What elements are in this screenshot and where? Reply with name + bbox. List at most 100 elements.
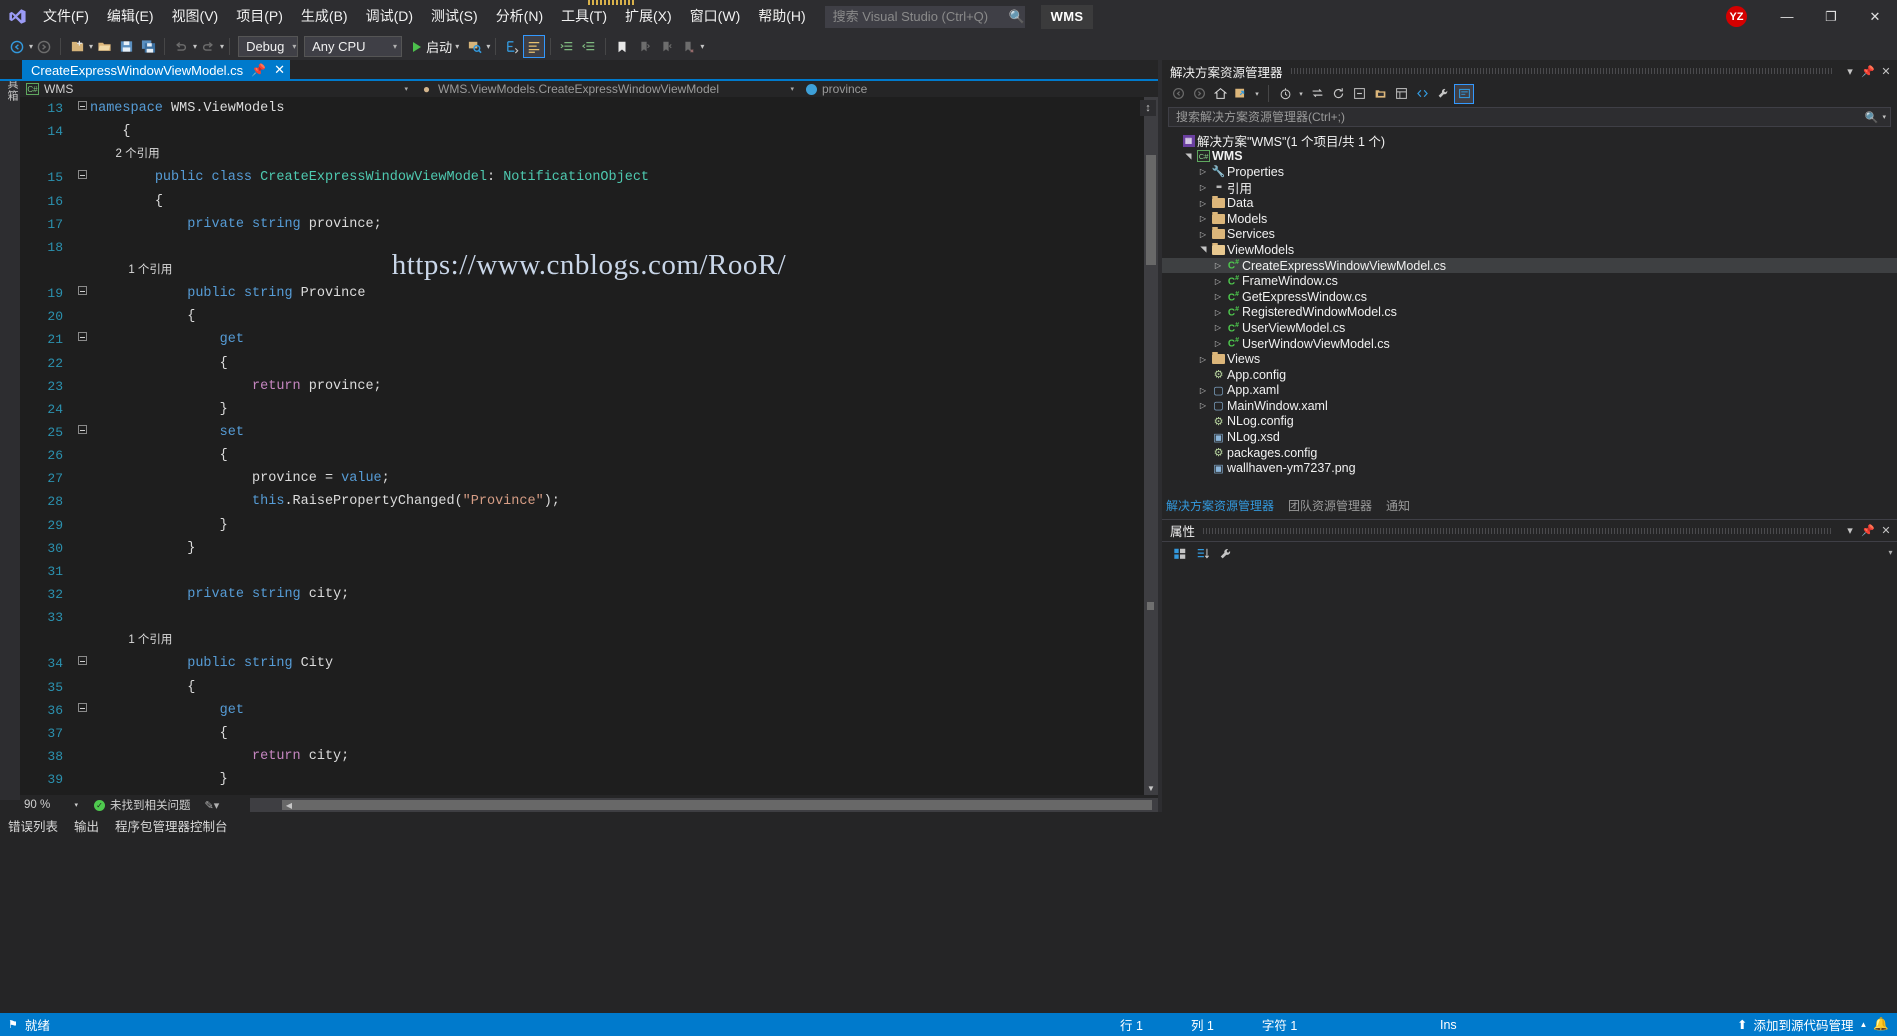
code-line[interactable]: 34 public string City [20, 652, 1158, 675]
zoom-level-combo[interactable]: 90 % ▾ [20, 798, 82, 813]
new-project-icon[interactable] [66, 35, 88, 58]
navbar-type-combo[interactable]: ● WMS.ViewModels.CreateExpressWindowView… [414, 81, 800, 97]
menu-item-debug[interactable]: 调试(D) [357, 0, 422, 33]
start-caret-icon[interactable]: ▾ [453, 42, 459, 51]
code-lens-label[interactable]: 1 个引用 [90, 629, 1158, 652]
tree-item[interactable]: ▷ Services [1162, 227, 1897, 243]
chevron-right-icon[interactable]: ▷ [1196, 183, 1210, 192]
code-line[interactable]: 32 private string city; [20, 583, 1158, 606]
previous-bookmark-icon[interactable] [633, 35, 655, 58]
chevron-right-icon[interactable]: ▷ [1211, 323, 1225, 332]
tree-item[interactable]: ▷ C# FrameWindow.cs [1162, 273, 1897, 289]
toggle-word-wrap-icon[interactable] [523, 35, 546, 58]
tree-item-selected[interactable]: ▷ C# CreateExpressWindowViewModel.cs [1162, 257, 1897, 274]
menu-item-test[interactable]: 测试(S) [422, 0, 487, 33]
toggle-bookmark-icon[interactable] [611, 35, 633, 58]
chevron-right-icon[interactable]: ▷ [1196, 230, 1210, 239]
editor-tab-active[interactable]: CreateExpressWindowViewModel.cs 📌 ✕ [22, 60, 291, 80]
code-line[interactable]: 37 { [20, 722, 1158, 745]
code-line[interactable]: 24 } [20, 398, 1158, 421]
chevron-right-icon[interactable]: ▷ [1196, 355, 1210, 364]
code-line[interactable]: 38 return city; [20, 745, 1158, 768]
code-line[interactable]: 21 get [20, 328, 1158, 351]
close-icon[interactable]: ✕ [1877, 522, 1895, 540]
close-icon[interactable]: ✕ [274, 62, 285, 78]
tree-item[interactable]: ◢ C# WMS [1162, 149, 1897, 165]
close-icon[interactable]: ✕ [1877, 62, 1895, 80]
code-line[interactable]: 30 } [20, 537, 1158, 560]
code-line[interactable]: 36 get [20, 699, 1158, 722]
tree-item[interactable]: ▦ 解决方案"WMS"(1 个项目/共 1 个) [1162, 133, 1897, 149]
code-line[interactable]: 13 namespace WMS.ViewModels [20, 97, 1158, 120]
chevron-right-icon[interactable]: ▷ [1196, 199, 1210, 208]
search-input[interactable] [832, 9, 1009, 24]
code-line[interactable]: 31 [20, 560, 1158, 583]
tab-package-manager-console[interactable]: 程序包管理器控制台 [115, 816, 228, 835]
code-line[interactable]: 17 private string province; [20, 213, 1158, 236]
menu-item-analyze[interactable]: 分析(N) [487, 0, 552, 33]
global-search[interactable]: 🔍 [824, 5, 1025, 28]
code-lens[interactable]: 1 个引用 [20, 629, 1158, 652]
code-line[interactable]: 40 set [20, 791, 1158, 795]
show-hide-whitespace-icon[interactable] [501, 35, 523, 58]
chevron-right-icon[interactable]: ▷ [1196, 401, 1210, 410]
solution-explorer-search[interactable]: 🔍 ▾ [1168, 107, 1891, 127]
switch-views-icon[interactable] [1231, 84, 1251, 104]
tree-item[interactable]: ⚙ App.config [1162, 367, 1897, 383]
menu-item-build[interactable]: 生成(B) [292, 0, 357, 33]
chevron-right-icon[interactable]: ▷ [1196, 214, 1210, 223]
code-line[interactable]: 22 { [20, 352, 1158, 375]
tree-item[interactable]: ◢ ViewModels [1162, 242, 1897, 258]
preview-selected-items-icon[interactable] [1454, 83, 1474, 104]
chevron-right-icon[interactable]: ▷ [1211, 277, 1225, 286]
redo-caret-icon[interactable]: ▾ [220, 42, 224, 51]
menu-item-edit[interactable]: 编辑(E) [98, 0, 163, 33]
chevron-up-icon[interactable]: ▲ [1860, 1020, 1868, 1029]
tree-item[interactable]: ▷ ▢ App.xaml [1162, 383, 1897, 399]
undo-icon[interactable] [170, 35, 192, 58]
horizontal-scroll-thumb[interactable] [282, 800, 1152, 810]
solution-explorer-footer-tabs[interactable]: 解决方案资源管理器 团队资源管理器 通知 [1162, 496, 1897, 515]
tree-item[interactable]: ▷ C# RegisteredWindowModel.cs [1162, 305, 1897, 321]
close-button[interactable]: ✕ [1853, 0, 1897, 33]
attach-caret-icon[interactable]: ▾ [486, 42, 490, 51]
toolbar-overflow-caret-icon[interactable]: ▾ [700, 42, 704, 51]
collapse-toggle-icon[interactable] [74, 282, 90, 305]
collapse-toggle-icon[interactable] [74, 699, 90, 722]
sync-with-active-document-icon[interactable] [1307, 84, 1327, 104]
main-menu[interactable]: 文件(F) 编辑(E) 视图(V) 项目(P) 生成(B) 调试(D) 测试(S… [34, 0, 815, 33]
tree-item[interactable]: ▷ Data [1162, 195, 1897, 211]
code-text[interactable]: 13 namespace WMS.ViewModels 14 { 2 个引用 15 p… [20, 97, 1158, 795]
collapse-all-icon[interactable] [1349, 84, 1369, 104]
view-code-icon[interactable] [1412, 84, 1432, 104]
solution-search-input[interactable] [1176, 110, 1865, 124]
open-file-icon[interactable] [93, 35, 115, 58]
code-line[interactable]: 28 this.RaisePropertyChanged("Province")… [20, 490, 1158, 513]
collapse-toggle-icon[interactable] [74, 421, 90, 444]
solution-configuration-combo[interactable]: Debug ▾ [238, 36, 299, 57]
pin-icon[interactable]: 📌 [1859, 62, 1877, 80]
tree-item[interactable]: ▷ ▪▪ 引用 [1162, 180, 1897, 196]
collapse-toggle-icon[interactable] [74, 328, 90, 351]
tree-item[interactable]: ▷ Views [1162, 351, 1897, 367]
code-line[interactable]: 27 province = value; [20, 467, 1158, 490]
collapse-toggle-icon[interactable] [74, 791, 90, 795]
collapse-toggle-icon[interactable] [74, 652, 90, 675]
tab-output[interactable]: 输出 [74, 816, 99, 835]
code-line[interactable]: 19 public string Province [20, 282, 1158, 305]
wrench-icon[interactable] [1433, 84, 1453, 104]
chevron-right-icon[interactable]: ▷ [1211, 308, 1225, 317]
save-icon[interactable] [115, 35, 137, 58]
code-line[interactable]: 23 return province; [20, 375, 1158, 398]
menu-item-file[interactable]: 文件(F) [34, 0, 98, 33]
footer-tab-solution-explorer[interactable]: 解决方案资源管理器 [1166, 497, 1274, 514]
alphabetical-icon[interactable] [1193, 544, 1213, 564]
code-line[interactable]: 16 { [20, 190, 1158, 213]
pending-changes-caret-icon[interactable]: ▾ [1296, 84, 1306, 104]
chevron-down-icon[interactable]: ▾ [1841, 62, 1859, 80]
chevron-right-icon[interactable]: ▷ [1196, 167, 1210, 176]
menu-item-view[interactable]: 视图(V) [163, 0, 228, 33]
code-line[interactable]: 26 { [20, 444, 1158, 467]
status-source-control-group[interactable]: ⬆ 添加到源代码管理 ▲ 🔔 [1737, 1015, 1889, 1034]
start-debug-button[interactable]: 启动 ▾ [409, 35, 463, 58]
